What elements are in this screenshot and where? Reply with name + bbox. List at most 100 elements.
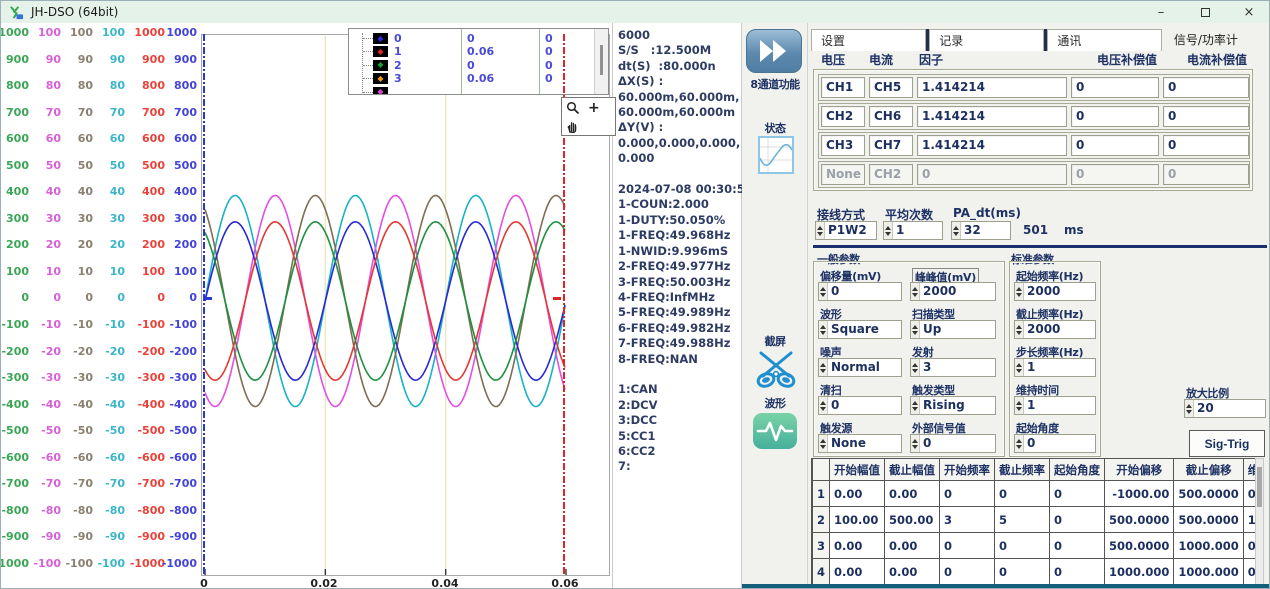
- legend-row-2[interactable]: ◆ 2 0 0: [349, 59, 608, 72]
- segment-cell[interactable]: 4: [813, 559, 830, 585]
- segment-cell[interactable]: 500.0000: [1174, 481, 1243, 507]
- cursor-left[interactable]: [203, 34, 205, 576]
- spinner-arrows[interactable]: [911, 435, 920, 452]
- voltage-channel-field[interactable]: CH2: [821, 106, 865, 127]
- gp-field-8[interactable]: None: [818, 434, 902, 453]
- gp-field-9[interactable]: 0: [910, 434, 996, 453]
- segment-cell[interactable]: 0.00: [885, 533, 940, 559]
- segment-row-1[interactable]: 10.000.00000-1000.00500.00000.500: [813, 481, 1256, 507]
- segment-cell[interactable]: 0.200: [1243, 559, 1255, 585]
- segment-cell[interactable]: 1000.000: [1105, 559, 1174, 585]
- spinner-arrows[interactable]: [816, 222, 825, 239]
- factor-field[interactable]: 1.414214: [917, 135, 1067, 156]
- segment-cell[interactable]: 100.00: [830, 507, 885, 533]
- segment-cell[interactable]: 3: [940, 507, 995, 533]
- close-button[interactable]: ×: [1227, 1, 1270, 23]
- gp-field-2[interactable]: Square: [818, 320, 902, 339]
- spinner-arrows[interactable]: [819, 435, 828, 452]
- avg-count-spinner[interactable]: 1: [883, 221, 943, 240]
- segment-cell[interactable]: 500.0000: [1174, 507, 1243, 533]
- gp-field-6[interactable]: 0: [818, 396, 902, 415]
- current-comp-field[interactable]: 0: [1163, 135, 1249, 156]
- segment-cell[interactable]: 0.00: [885, 481, 940, 507]
- voltage-channel-field[interactable]: None: [821, 164, 865, 185]
- segment-cell[interactable]: 1: [813, 481, 830, 507]
- spinner-arrows[interactable]: [1185, 400, 1194, 417]
- segment-table-scrollbar-thumb[interactable]: [1257, 467, 1262, 507]
- factor-field[interactable]: 1.414214: [917, 106, 1067, 127]
- current-channel-field[interactable]: CH7: [869, 135, 913, 156]
- sp-field-0[interactable]: 2000: [1014, 282, 1096, 301]
- segment-cell[interactable]: 1.000: [1243, 507, 1255, 533]
- segment-cell[interactable]: 1000.000: [1174, 559, 1243, 585]
- segment-cell[interactable]: 3: [813, 533, 830, 559]
- factor-field[interactable]: 1.414214: [917, 77, 1067, 98]
- current-channel-field[interactable]: CH6: [869, 106, 913, 127]
- segment-cell[interactable]: 0.500: [1243, 481, 1255, 507]
- factor-field[interactable]: 0: [917, 164, 1067, 185]
- spinner-arrows[interactable]: [1015, 359, 1024, 376]
- sp-field-4[interactable]: 0: [1014, 434, 1096, 453]
- segment-table-scrollbar[interactable]: [1255, 458, 1264, 589]
- legend-row-1[interactable]: ◆ 1 0.06 0: [349, 45, 608, 58]
- voltage-channel-field[interactable]: CH3: [821, 135, 865, 156]
- waveform-button[interactable]: [753, 413, 797, 449]
- sp-field-1[interactable]: 2000: [1014, 320, 1096, 339]
- maximize-button[interactable]: [1183, 1, 1227, 23]
- segment-cell[interactable]: 0: [1050, 533, 1105, 559]
- segment-cell[interactable]: 5: [995, 507, 1050, 533]
- spinner-arrows[interactable]: [1015, 435, 1024, 452]
- current-comp-field[interactable]: 0: [1163, 77, 1249, 98]
- gp-field-1[interactable]: 2000: [910, 282, 996, 301]
- segment-row-2[interactable]: 2100.00500.00350500.0000500.00001.000: [813, 507, 1256, 533]
- segment-cell[interactable]: 0.200: [1243, 533, 1255, 559]
- pa-dt-spinner[interactable]: 32: [951, 221, 1011, 240]
- sig-trig-button[interactable]: Sig-Trig: [1189, 430, 1265, 457]
- screenshot-button[interactable]: [755, 349, 797, 392]
- run-fast-button[interactable]: [746, 29, 802, 73]
- voltage-comp-field[interactable]: 0: [1071, 164, 1159, 185]
- spinner-arrows[interactable]: [911, 359, 920, 376]
- cursor-left-handle[interactable]: [204, 297, 212, 300]
- sp-field-3[interactable]: 1: [1014, 396, 1096, 415]
- segment-cell[interactable]: 0: [940, 559, 995, 585]
- segment-cell[interactable]: 0.00: [830, 481, 885, 507]
- segment-cell[interactable]: 500.00: [885, 507, 940, 533]
- segment-cell[interactable]: -1000.00: [1105, 481, 1174, 507]
- voltage-comp-field[interactable]: 0: [1071, 135, 1159, 156]
- legend-scrollbar-thumb[interactable]: [600, 45, 603, 75]
- spinner-arrows[interactable]: [911, 283, 920, 300]
- tab-3[interactable]: 信号/功率计: [1162, 29, 1270, 51]
- spinner-arrows[interactable]: [952, 222, 961, 239]
- waveform-plot[interactable]: [201, 34, 610, 576]
- segment-cell[interactable]: 0: [940, 533, 995, 559]
- gp-field-5[interactable]: 3: [910, 358, 996, 377]
- gp-field-7[interactable]: Rising: [910, 396, 996, 415]
- segment-row-4[interactable]: 40.000.000001000.0001000.0000.200: [813, 559, 1256, 585]
- cursor-right-handle[interactable]: [553, 297, 561, 300]
- pan-tool[interactable]: [562, 117, 615, 136]
- segment-cell[interactable]: 500.0000: [1105, 507, 1174, 533]
- channel-legend[interactable]: ◆ 0 0 0 ◆ 1 0.06 0 ◆ 2 0 0 ◆ 3 0.06 0 ◆: [348, 28, 609, 95]
- sp-field-2[interactable]: 1: [1014, 358, 1096, 377]
- segment-cell[interactable]: 500.0000: [1105, 533, 1174, 559]
- voltage-comp-field[interactable]: 0: [1071, 106, 1159, 127]
- legend-row-3[interactable]: ◆ 3 0.06 0: [349, 72, 608, 85]
- segment-cell[interactable]: 0: [1050, 507, 1105, 533]
- current-channel-field[interactable]: CH2: [869, 164, 913, 185]
- legend-row-0[interactable]: ◆ 0 0 0: [349, 32, 608, 45]
- spinner-arrows[interactable]: [911, 397, 920, 414]
- segment-row-3[interactable]: 30.000.00000500.00001000.0000.200: [813, 533, 1256, 559]
- segment-cell[interactable]: 0: [995, 533, 1050, 559]
- minimize-button[interactable]: –: [1139, 1, 1183, 23]
- gp-field-3[interactable]: Up: [910, 320, 996, 339]
- segment-cell[interactable]: 2: [813, 507, 830, 533]
- current-comp-field[interactable]: 0: [1163, 106, 1249, 127]
- spinner-arrows[interactable]: [819, 359, 828, 376]
- spinner-arrows[interactable]: [1015, 321, 1024, 338]
- current-comp-field[interactable]: 0: [1163, 164, 1249, 185]
- segment-cell[interactable]: 0: [940, 481, 995, 507]
- spinner-arrows[interactable]: [1015, 397, 1024, 414]
- legend-row-4[interactable]: ◆: [349, 86, 608, 95]
- spinner-arrows[interactable]: [819, 321, 828, 338]
